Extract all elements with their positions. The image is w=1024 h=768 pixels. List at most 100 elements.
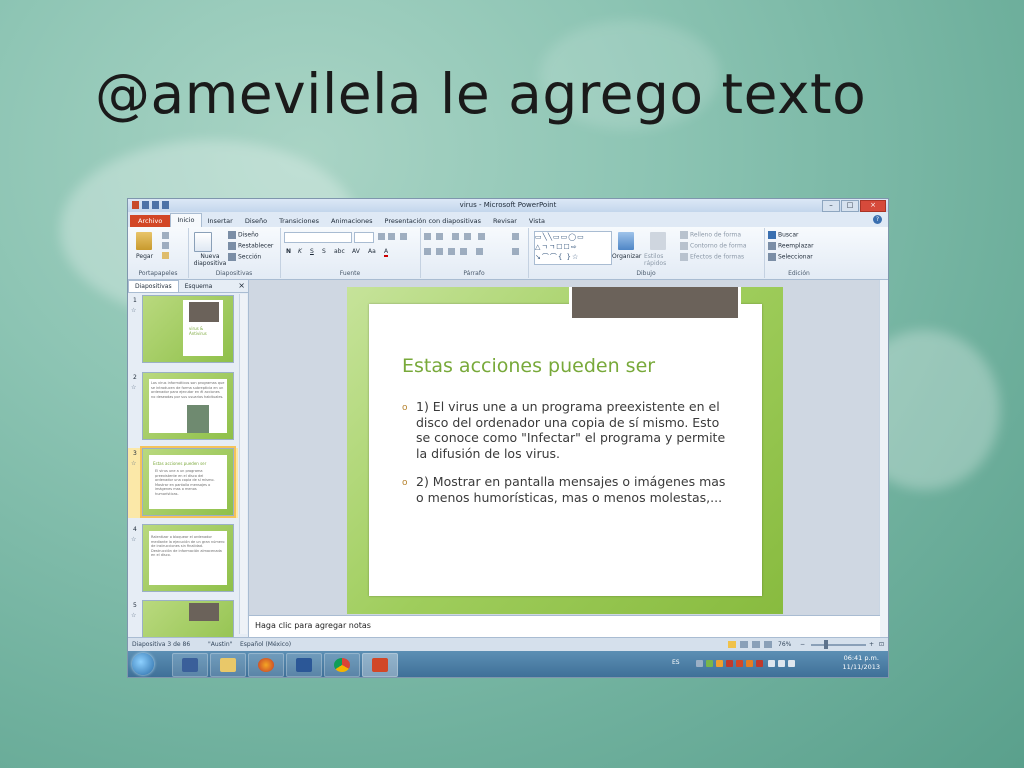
tab-diseno[interactable]: Diseño (239, 215, 273, 227)
slide-bullets[interactable]: o 1) El virus une a un programa preexiste… (402, 399, 732, 518)
tray-icon[interactable] (696, 660, 703, 667)
zoom-level[interactable]: 76% (778, 641, 791, 648)
tray-icon[interactable] (726, 660, 733, 667)
underline-button[interactable]: S (310, 248, 314, 255)
new-slide-icon[interactable] (194, 232, 212, 252)
slide-sorter-icon[interactable] (740, 641, 748, 648)
line-spacing-icon[interactable] (478, 233, 485, 240)
language-indicator[interactable]: Español (México) (240, 641, 291, 648)
text-direction-icon[interactable] (512, 233, 519, 240)
tab-insertar[interactable]: Insertar (202, 215, 239, 227)
tab-revisar[interactable]: Revisar (487, 215, 523, 227)
justify-icon[interactable] (460, 248, 467, 255)
replace-button[interactable]: Reemplazar (768, 242, 814, 250)
font-size-combo[interactable] (354, 232, 374, 243)
slide-thumbnail[interactable]: 1 ☆ virus & Antivirus (128, 295, 238, 365)
minimize-button[interactable]: – (822, 200, 840, 212)
shadow-button[interactable]: S (322, 248, 326, 255)
layout-button[interactable]: Diseño (228, 231, 259, 239)
reset-button[interactable]: Restablecer (228, 242, 273, 250)
shape-outline-button[interactable]: Contorno de forma (680, 242, 747, 250)
align-right-icon[interactable] (448, 248, 455, 255)
shapes-gallery[interactable]: ▭╲╲▭▭◯▭ △ㄱㄱ☐☐⇨ ↘⌒⌒{ }☆ (534, 231, 612, 265)
tab-transiciones[interactable]: Transiciones (273, 215, 325, 227)
tab-esquema[interactable]: Esquema (179, 281, 219, 292)
paste-button[interactable]: Pegar (136, 253, 153, 260)
smartart-icon[interactable] (512, 248, 519, 255)
zoom-slider[interactable] (811, 644, 866, 646)
columns-icon[interactable] (476, 248, 483, 255)
taskbar-powerpoint[interactable] (362, 653, 398, 677)
fit-window-icon[interactable]: ⊡ (879, 641, 884, 648)
tab-vista[interactable]: Vista (523, 215, 551, 227)
taskbar-chrome[interactable] (324, 653, 360, 677)
tab-archivo[interactable]: Archivo (130, 215, 171, 227)
decrease-indent-icon[interactable] (452, 233, 459, 240)
volume-icon[interactable] (778, 660, 785, 667)
font-name-combo[interactable] (284, 232, 352, 243)
close-pane-icon[interactable]: × (238, 281, 245, 290)
arrange-icon[interactable] (618, 232, 634, 250)
font-color-button[interactable]: A (384, 248, 389, 257)
editor-scrollbar[interactable] (879, 280, 888, 637)
copy-icon[interactable] (162, 242, 169, 249)
tray-icon[interactable] (746, 660, 753, 667)
tab-presentacion[interactable]: Presentación con diapositivas (379, 215, 487, 227)
section-button[interactable]: Sección (228, 253, 261, 261)
arrange-button[interactable]: Organizar (612, 253, 641, 260)
slideshow-icon[interactable] (764, 641, 772, 648)
slide-thumbnail[interactable]: 2 ☆ Los virus informáticos son programas… (128, 372, 238, 442)
find-button[interactable]: Buscar (768, 231, 799, 239)
notes-pane[interactable]: Haga clic para agregar notas (249, 615, 880, 638)
paste-icon[interactable] (136, 232, 152, 250)
start-button[interactable] (132, 653, 154, 675)
shape-fill-button[interactable]: Relleno de forma (680, 231, 741, 239)
zoom-in-icon[interactable]: + (869, 641, 874, 648)
clear-format-icon[interactable] (400, 233, 407, 240)
taskbar-media-player[interactable] (172, 653, 208, 677)
slide-thumbnail-selected[interactable]: 3 ☆ Estas acciones pueden ser El virus u… (128, 446, 238, 518)
strikethrough-button[interactable]: abc (334, 248, 345, 255)
new-slide-button[interactable]: Nueva diapositiva (190, 253, 230, 267)
spacing-button[interactable]: AV (352, 248, 360, 255)
normal-view-icon[interactable] (728, 641, 736, 648)
signal-icon[interactable] (788, 660, 795, 667)
slide-thumbnail[interactable]: 4 ☆ Ralentizar o bloquear el ordenador m… (128, 524, 238, 594)
help-icon[interactable]: ? (873, 215, 882, 224)
bullets-icon[interactable] (424, 233, 431, 240)
tab-diapositivas[interactable]: Diapositivas (128, 280, 179, 292)
align-left-icon[interactable] (424, 248, 431, 255)
network-icon[interactable] (768, 660, 775, 667)
input-language[interactable]: ES (672, 659, 680, 666)
maximize-button[interactable]: □ (841, 200, 859, 212)
italic-button[interactable]: K (298, 248, 302, 255)
tray-icon[interactable] (736, 660, 743, 667)
tab-inicio[interactable]: Inicio (170, 213, 202, 227)
case-button[interactable]: Aa (368, 248, 376, 255)
tab-animaciones[interactable]: Animaciones (325, 215, 379, 227)
tray-icon[interactable] (716, 660, 723, 667)
taskbar-word[interactable] (286, 653, 322, 677)
tray-icon[interactable] (706, 660, 713, 667)
bold-button[interactable]: N (286, 248, 291, 255)
increase-indent-icon[interactable] (464, 233, 471, 240)
system-clock[interactable]: 06:41 p.m. 11/11/2013 (843, 654, 880, 672)
close-button[interactable]: × (860, 200, 886, 212)
reading-view-icon[interactable] (752, 641, 760, 648)
quick-styles-button[interactable]: Estilos rápidos (644, 253, 672, 267)
cut-icon[interactable] (162, 232, 169, 239)
zoom-out-icon[interactable]: − (800, 641, 805, 648)
tray-icon[interactable] (756, 660, 763, 667)
shrink-font-icon[interactable] (388, 233, 395, 240)
thumbnails-scrollbar[interactable] (239, 294, 247, 634)
numbering-icon[interactable] (436, 233, 443, 240)
shape-effects-button[interactable]: Efectos de formas (680, 253, 744, 261)
align-center-icon[interactable] (436, 248, 443, 255)
grow-font-icon[interactable] (378, 233, 385, 240)
slide-title[interactable]: Estas acciones pueden ser (402, 355, 655, 377)
select-button[interactable]: Seleccionar (768, 253, 813, 261)
taskbar-explorer[interactable] (210, 653, 246, 677)
format-painter-icon[interactable] (162, 252, 169, 259)
current-slide[interactable]: Estas acciones pueden ser o 1) El virus u… (347, 287, 783, 614)
quick-styles-icon[interactable] (650, 232, 666, 250)
